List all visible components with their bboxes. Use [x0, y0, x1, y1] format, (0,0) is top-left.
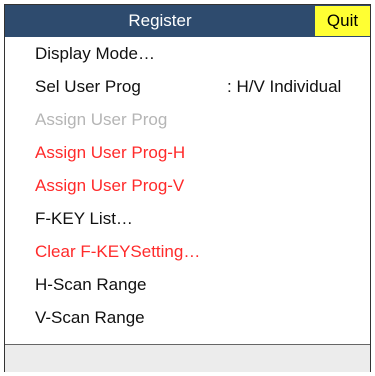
menu-item-label: Clear F-KEYSetting… [35, 242, 201, 261]
menu-item-display-mode[interactable]: Display Mode… [5, 37, 370, 70]
menu-item-clear-f-key-setting[interactable]: Clear F-KEYSetting… [5, 235, 370, 268]
menu-item-label: V-Scan Range [35, 308, 145, 327]
menu-item-label: H-Scan Range [35, 275, 147, 294]
menu-title-bar: Register Quit [5, 5, 370, 37]
menu-item-v-scan-range[interactable]: V-Scan Range [5, 301, 370, 334]
menu-item-label: Display Mode… [35, 44, 155, 63]
menu-title: Register [128, 11, 192, 30]
menu-status-bar [5, 344, 370, 372]
menu-item-label: F-KEY List… [35, 209, 133, 228]
menu-item-h-scan-range[interactable]: H-Scan Range [5, 268, 370, 301]
register-menu: Register Quit Display Mode… Sel User Pro… [4, 4, 371, 372]
menu-item-label: Assign User Prog-H [35, 143, 186, 162]
menu-item-label: Assign User Prog [35, 110, 168, 129]
menu-item-label: Sel User Prog [35, 77, 141, 96]
menu-item-value: : H/V Individual [227, 77, 342, 96]
menu-item-sel-user-prog[interactable]: Sel User Prog : H/V Individual [5, 70, 370, 103]
menu-item-assign-user-prog: Assign User Prog [5, 103, 370, 136]
menu-item-assign-user-prog-h[interactable]: Assign User Prog-H [5, 136, 370, 169]
menu-item-f-key-list[interactable]: F-KEY List… [5, 202, 370, 235]
menu-item-assign-user-prog-v[interactable]: Assign User Prog-V [5, 169, 370, 202]
quit-button[interactable]: Quit [315, 6, 370, 36]
menu-item-label: Assign User Prog-V [35, 176, 185, 195]
